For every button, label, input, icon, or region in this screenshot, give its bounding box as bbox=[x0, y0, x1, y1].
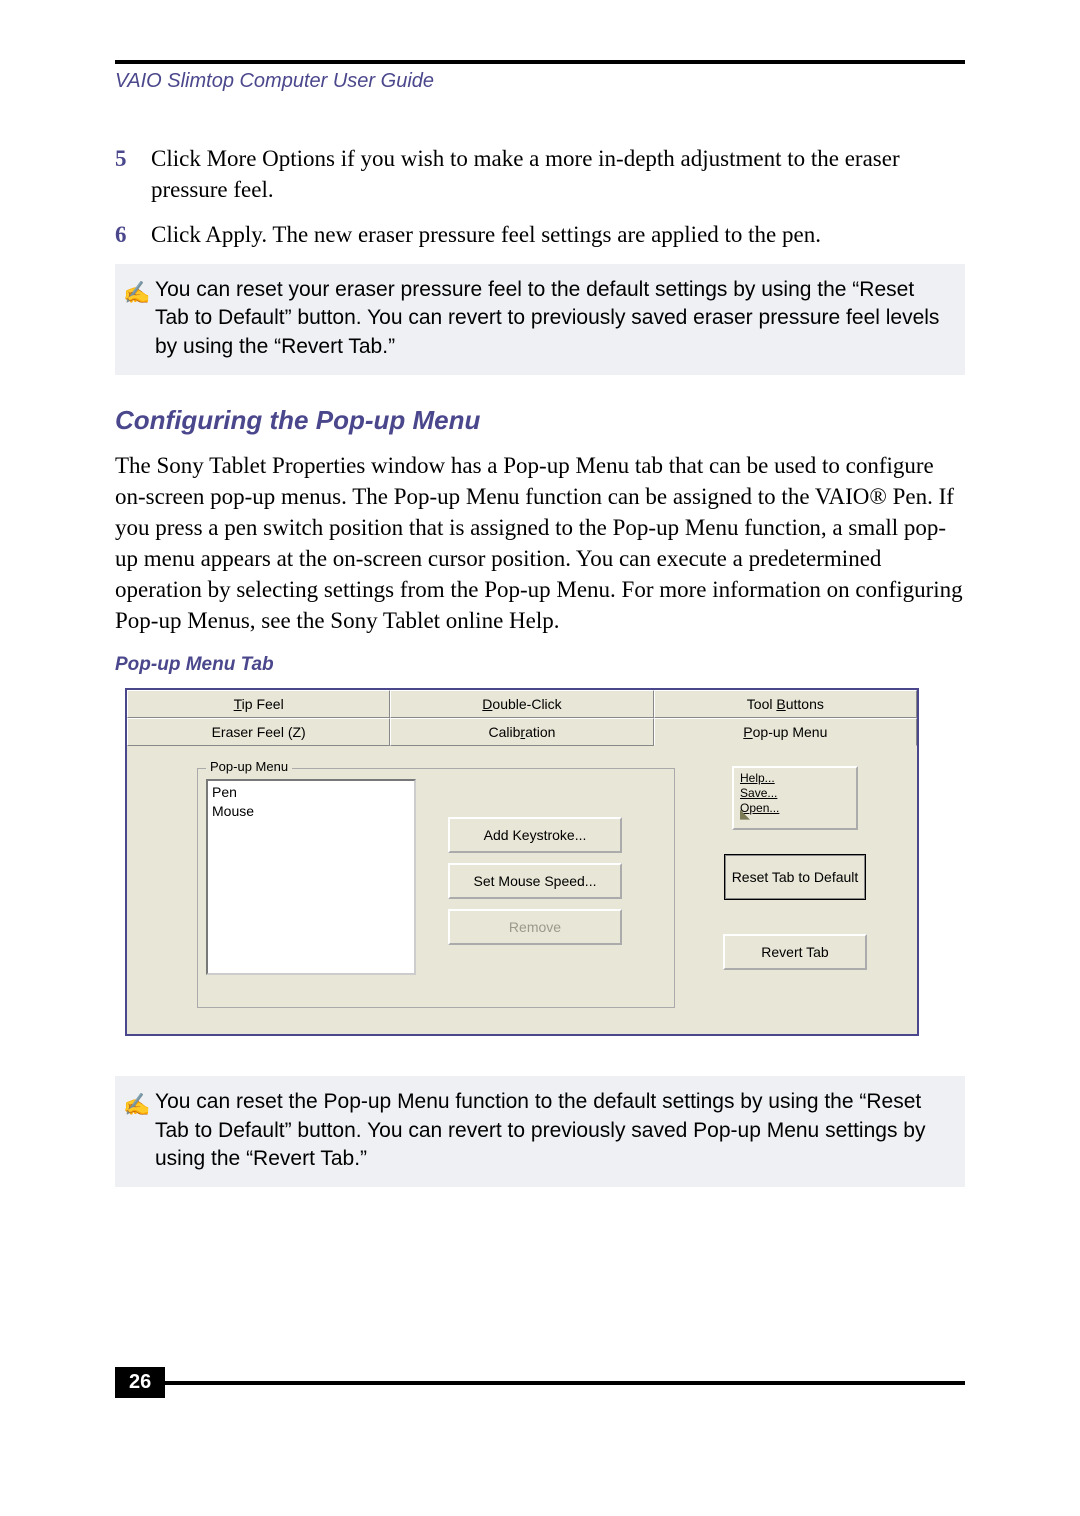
reset-tab-to-default-button[interactable]: Reset Tab to Default bbox=[724, 854, 866, 900]
step-number: 6 bbox=[115, 219, 151, 250]
tab-calibration[interactable]: Calibration bbox=[390, 718, 653, 746]
set-mouse-speed-button[interactable]: Set Mouse Speed... bbox=[448, 863, 622, 899]
step-5: 5 Click More Options if you wish to make… bbox=[115, 143, 965, 205]
preview-item: Open... bbox=[740, 801, 850, 816]
rule-bottom bbox=[165, 1381, 965, 1385]
note-reset-eraser: ✍ You can reset your eraser pressure fee… bbox=[115, 264, 965, 375]
preview-item: Save... bbox=[740, 786, 850, 801]
hand-writing-icon: ✍ bbox=[123, 276, 155, 361]
preview-item: Help... bbox=[740, 771, 850, 786]
step-number: 5 bbox=[115, 143, 151, 205]
tab-popup-menu[interactable]: Pop-up Menu bbox=[654, 718, 917, 746]
list-item[interactable]: Pen bbox=[212, 783, 410, 801]
step-6: 6 Click Apply. The new eraser pressure f… bbox=[115, 219, 965, 250]
hand-writing-icon: ✍ bbox=[123, 1088, 155, 1173]
page-footer: 26 bbox=[115, 1367, 965, 1398]
figure-caption: Pop-up Menu Tab bbox=[115, 654, 965, 676]
step-text: Click More Options if you wish to make a… bbox=[151, 143, 965, 205]
section-body: The Sony Tablet Properties window has a … bbox=[115, 450, 965, 636]
remove-button: Remove bbox=[448, 909, 622, 945]
tab-double-click[interactable]: Double-Click bbox=[390, 690, 653, 718]
fieldset-legend: Pop-up Menu bbox=[206, 759, 292, 774]
tab-bar: Tip Feel Double-Click Tool Buttons Erase… bbox=[127, 690, 917, 746]
page-number: 26 bbox=[115, 1367, 165, 1398]
note-text: You can reset your eraser pressure feel … bbox=[155, 276, 953, 361]
tab-eraser-feel[interactable]: Eraser Feel (Z) bbox=[127, 718, 390, 746]
step-text: Click Apply. The new eraser pressure fee… bbox=[151, 219, 965, 250]
add-keystroke-button[interactable]: Add Keystroke... bbox=[448, 817, 622, 853]
rule-top bbox=[115, 60, 965, 64]
popup-menu-fieldset: Pop-up Menu Pen Mouse Add Keystroke... S… bbox=[197, 768, 675, 1008]
section-heading: Configuring the Pop-up Menu bbox=[115, 405, 965, 436]
list-item[interactable]: Mouse bbox=[212, 802, 410, 820]
revert-tab-button[interactable]: Revert Tab bbox=[723, 934, 867, 970]
tab-tip-feel[interactable]: Tip Feel bbox=[127, 690, 390, 718]
cursor-icon: ◣ bbox=[740, 806, 748, 822]
note-reset-popup: ✍ You can reset the Pop-up Menu function… bbox=[115, 1076, 965, 1187]
running-header: VAIO Slimtop Computer User Guide bbox=[115, 70, 965, 93]
note-text: You can reset the Pop-up Menu function t… bbox=[155, 1088, 953, 1173]
tab-tool-buttons[interactable]: Tool Buttons bbox=[654, 690, 917, 718]
popup-preview: Help... Save... Open... ◣ bbox=[732, 766, 858, 830]
popup-menu-listbox[interactable]: Pen Mouse bbox=[206, 779, 416, 975]
popup-menu-tab-screenshot: Tip Feel Double-Click Tool Buttons Erase… bbox=[125, 688, 919, 1036]
